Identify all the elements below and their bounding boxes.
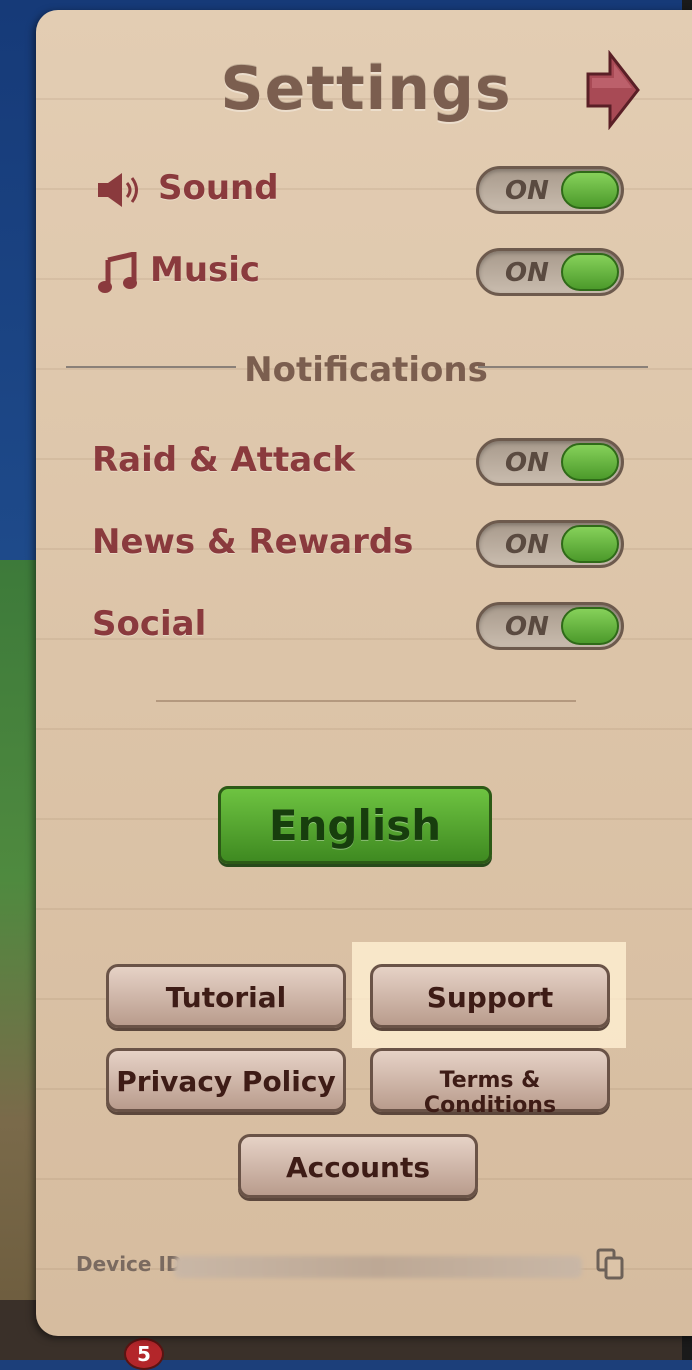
raid-attack-toggle-text: ON	[505, 448, 549, 478]
social-toggle[interactable]: ON	[476, 602, 624, 650]
accounts-button-label: Accounts	[285, 1151, 431, 1184]
language-button-label: English	[268, 801, 442, 850]
social-label: Social	[92, 604, 207, 644]
music-toggle-knob	[561, 253, 619, 291]
sound-toggle-knob	[561, 171, 619, 209]
social-toggle-knob	[561, 607, 619, 645]
social-toggle-text: ON	[505, 612, 549, 642]
privacy-policy-button[interactable]: Privacy Policy	[106, 1048, 346, 1112]
tutorial-button-label: Tutorial	[165, 981, 287, 1014]
accounts-button[interactable]: Accounts	[238, 1134, 478, 1198]
divider-right	[478, 366, 648, 368]
raid-attack-toggle-knob	[561, 443, 619, 481]
raid-attack-toggle[interactable]: ON	[476, 438, 624, 486]
support-button[interactable]: Support	[370, 964, 610, 1028]
tutorial-button[interactable]: Tutorial	[106, 964, 346, 1028]
speaker-icon	[98, 173, 138, 207]
terms-conditions-button-label: Terms & Conditions	[423, 1068, 557, 1118]
sound-label: Sound	[158, 168, 279, 208]
music-note-icon	[98, 252, 137, 293]
news-rewards-toggle[interactable]: ON	[476, 520, 624, 568]
privacy-policy-button-label: Privacy Policy	[116, 1065, 336, 1098]
notification-badge[interactable]: 5	[124, 1338, 164, 1370]
sound-toggle[interactable]: ON	[476, 166, 624, 214]
music-label: Music	[150, 250, 261, 290]
section-divider	[156, 700, 576, 702]
notifications-heading: Notifications	[244, 350, 488, 390]
sound-toggle-text: ON	[505, 176, 549, 206]
support-button-label: Support	[426, 981, 554, 1014]
music-toggle[interactable]: ON	[476, 248, 624, 296]
device-id-value-redacted	[174, 1256, 582, 1278]
music-toggle-text: ON	[505, 258, 549, 288]
terms-conditions-button[interactable]: Terms & Conditions	[370, 1048, 610, 1118]
settings-panel: Settings Sound ON Music ON Notifications…	[36, 10, 692, 1336]
news-rewards-toggle-knob	[561, 525, 619, 563]
language-button[interactable]: English	[218, 786, 492, 864]
close-arrow-icon[interactable]	[584, 50, 640, 130]
raid-attack-label: Raid & Attack	[92, 440, 355, 480]
news-rewards-toggle-text: ON	[505, 530, 549, 560]
news-rewards-label: News & Rewards	[92, 522, 414, 562]
copy-icon[interactable]	[596, 1248, 626, 1282]
